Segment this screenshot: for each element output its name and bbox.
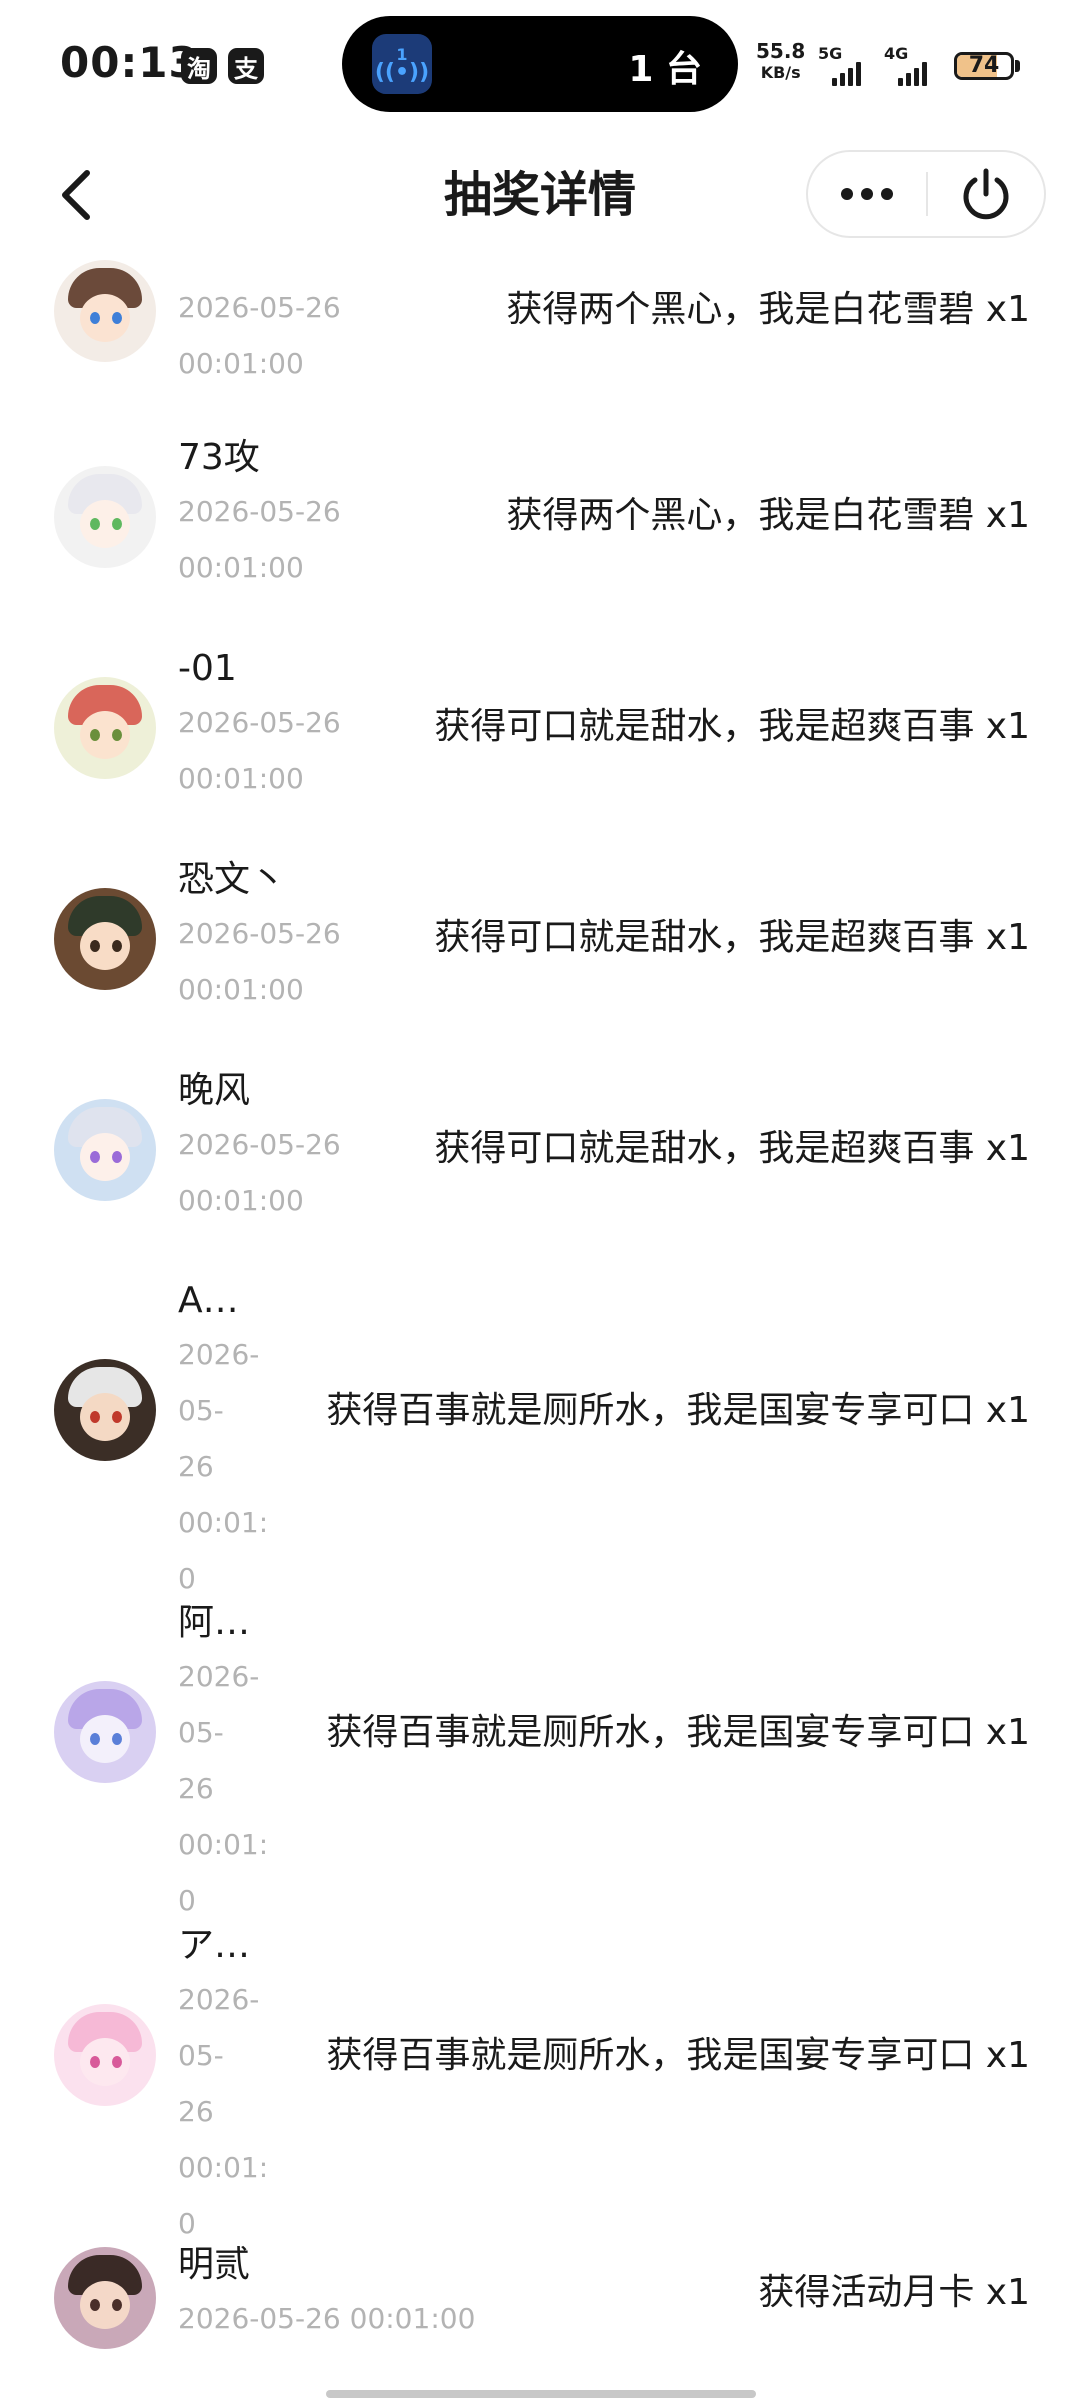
user-name: 恐文丶 bbox=[178, 859, 287, 900]
list-item: -01 2026-05-26 00:01:00 获得可口就是甜水，我是超爽百事 … bbox=[0, 647, 1080, 817]
list-item: 恐文丶 2026-05-26 00:01:00 获得可口就是甜水，我是超爽百事 … bbox=[0, 858, 1080, 1028]
user-name: 明贰 bbox=[178, 2244, 251, 2285]
lottery-record-list[interactable]: 2026-05-26 00:01:00 获得两个黑心，我是白花雪碧 x1 73攻… bbox=[0, 0, 1080, 2400]
signal-5g-icon: 5G bbox=[818, 44, 874, 88]
list-item: 73攻 2026-05-26 00:01:00 获得两个黑心，我是白花雪碧 x1 bbox=[0, 436, 1080, 606]
user-avatar[interactable] bbox=[54, 2004, 156, 2106]
dynamic-island[interactable]: 1 ((•)) 1 台 bbox=[342, 16, 738, 112]
list-item: 阿… 2026- 05- 26 00:01:0 获得百事就是厕所水，我是国宴专享… bbox=[0, 1601, 1080, 1917]
list-item: A… 2026- 05- 26 00:01:0 获得百事就是厕所水，我是国宴专享… bbox=[0, 1279, 1080, 1595]
taobao-notification-icon: 淘 bbox=[181, 48, 217, 84]
power-icon bbox=[963, 168, 1009, 220]
broadcast-icon: 1 ((•)) bbox=[372, 34, 432, 94]
battery-icon: 74 bbox=[954, 52, 1014, 80]
island-count: 1 台 bbox=[628, 49, 702, 90]
draw-time: 2026-05-26 00:01:00 bbox=[178, 1128, 341, 1217]
user-name: ア… bbox=[178, 1925, 251, 1966]
user-name: A… bbox=[178, 1280, 239, 1321]
battery-percent: 74 bbox=[968, 53, 1000, 78]
user-avatar[interactable] bbox=[54, 1099, 156, 1201]
draw-time: 2026-05-26 00:01:00 bbox=[178, 495, 341, 584]
clock: 00:13 bbox=[60, 38, 199, 87]
draw-time: 2026-05-26 00:01:00 bbox=[178, 917, 341, 1006]
prize-text: 获得两个黑心，我是白花雪碧 x1 bbox=[506, 495, 1030, 536]
prize-text: 获得可口就是甜水，我是超爽百事 x1 bbox=[434, 706, 1030, 747]
prize-text: 获得百事就是厕所水，我是国宴专享可口 x1 bbox=[326, 1712, 1030, 1753]
user-name: 晚风 bbox=[178, 1070, 251, 1111]
list-item: ア… 2026- 05- 26 00:01:0 获得百事就是厕所水，我是国宴专享… bbox=[0, 1924, 1080, 2240]
battery-cap bbox=[1015, 60, 1020, 72]
draw-time: 2026- 05- 26 00:01:0 bbox=[178, 1338, 269, 1595]
prize-text: 获得可口就是甜水，我是超爽百事 x1 bbox=[434, 1128, 1030, 1169]
draw-time: 2026- 05- 26 00:01:0 bbox=[178, 1660, 269, 1917]
list-item: 明贰 2026-05-26 00:01:00 获得活动月卡 x1 bbox=[0, 2243, 1080, 2373]
user-avatar[interactable] bbox=[54, 260, 156, 362]
network-speed-value: 55.8 bbox=[756, 39, 806, 63]
prize-text: 获得百事就是厕所水，我是国宴专享可口 x1 bbox=[326, 2035, 1030, 2076]
user-name: -01 bbox=[178, 648, 237, 689]
signal-4g-icon: 4G bbox=[884, 44, 940, 88]
user-avatar[interactable] bbox=[54, 888, 156, 990]
prize-text: 获得可口就是甜水，我是超爽百事 x1 bbox=[434, 917, 1030, 958]
user-name: 阿… bbox=[178, 1602, 251, 1643]
user-avatar[interactable] bbox=[54, 677, 156, 779]
navigation-bar: 抽奖详情 bbox=[0, 130, 1080, 260]
more-dots-icon bbox=[841, 188, 853, 200]
close-button[interactable] bbox=[928, 152, 1044, 236]
prize-text: 获得活动月卡 x1 bbox=[758, 2272, 1030, 2313]
more-button[interactable] bbox=[808, 152, 926, 236]
draw-time: 2026-05-26 00:01:00 bbox=[178, 291, 341, 380]
alipay-notification-icon: 支 bbox=[228, 48, 264, 84]
network-speed-unit: KB/s bbox=[760, 63, 801, 82]
user-avatar[interactable] bbox=[54, 466, 156, 568]
status-bar: 00:13 淘 支 1 ((•)) 1 台 55.8 KB/s 5G 4G 74 bbox=[0, 0, 1080, 130]
user-avatar[interactable] bbox=[54, 2247, 156, 2349]
list-item: 晚风 2026-05-26 00:01:00 获得可口就是甜水，我是超爽百事 x… bbox=[0, 1069, 1080, 1239]
user-avatar[interactable] bbox=[54, 1359, 156, 1461]
prize-text: 获得两个黑心，我是白花雪碧 x1 bbox=[506, 289, 1030, 330]
user-avatar[interactable] bbox=[54, 1681, 156, 1783]
user-name: 73攻 bbox=[178, 437, 260, 478]
prize-text: 获得百事就是厕所水，我是国宴专享可口 x1 bbox=[326, 1390, 1030, 1431]
draw-time: 2026-05-26 00:01:00 bbox=[178, 2302, 476, 2335]
home-indicator[interactable] bbox=[326, 2390, 756, 2398]
mini-program-capsule bbox=[806, 150, 1046, 238]
draw-time: 2026- 05- 26 00:01:0 bbox=[178, 1983, 269, 2240]
draw-time: 2026-05-26 00:01:00 bbox=[178, 706, 341, 795]
network-speed: 55.8 KB/s bbox=[756, 40, 805, 84]
